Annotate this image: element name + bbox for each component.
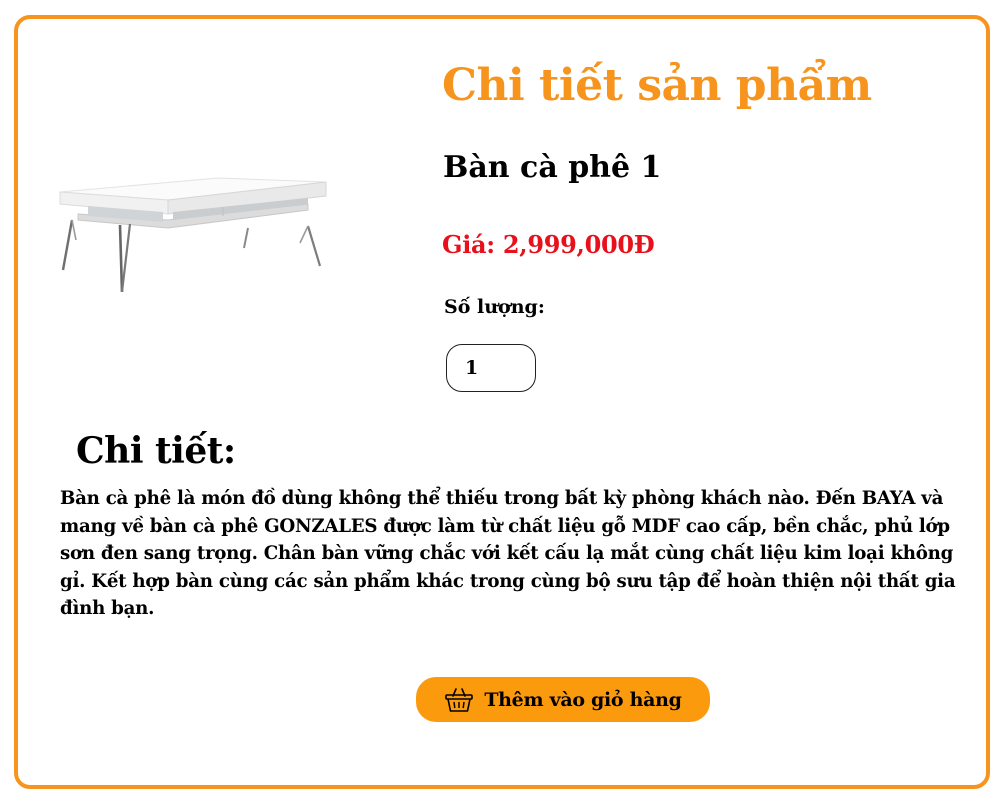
details-heading: Chi tiết: [76,430,236,472]
quantity-input[interactable] [446,344,536,392]
quantity-label: Số lượng: [444,296,545,318]
add-to-cart-button[interactable]: Thêm vào giỏ hàng [416,677,710,722]
add-to-cart-label: Thêm vào giỏ hàng [484,688,682,711]
product-name: Bàn cà phê 1 [443,150,662,185]
product-detail-card [14,15,990,789]
details-description: Bàn cà phê là món đồ dùng không thể thiế… [60,488,956,619]
shopping-basket-icon [444,687,474,713]
product-image [59,177,327,293]
page-title: Chi tiết sản phẩm [442,60,872,111]
product-price: Giá: 2,999,000Đ [442,230,655,259]
